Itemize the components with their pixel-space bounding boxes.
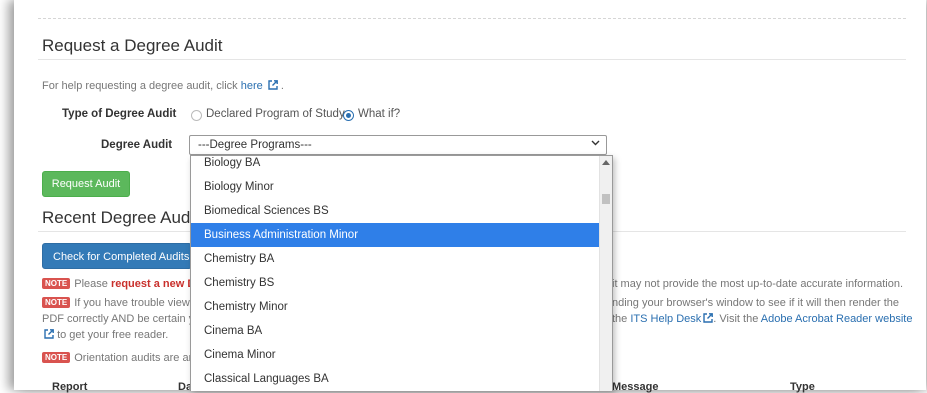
dropdown-option[interactable]: Classical Languages BA bbox=[191, 367, 599, 391]
help-prefix: For help requesting a degree audit, clic… bbox=[42, 80, 238, 92]
external-link-icon bbox=[44, 329, 54, 342]
radio-whatif-label[interactable]: What if? bbox=[358, 108, 400, 120]
scroll-up-icon[interactable] bbox=[602, 160, 610, 165]
request-audit-button[interactable]: Request Audit bbox=[42, 171, 130, 197]
degree-program-select[interactable]: ---Degree Programs--- bbox=[189, 135, 607, 155]
help-link[interactable]: here bbox=[241, 80, 263, 92]
adobe-reader-link[interactable]: Adobe Acrobat Reader website bbox=[761, 313, 913, 325]
col-type: Type bbox=[790, 381, 815, 393]
note-badge: NOTE bbox=[42, 278, 71, 289]
note-badge: NOTE bbox=[42, 352, 71, 363]
external-link-icon bbox=[268, 80, 278, 93]
degree-audit-label: Degree Audit bbox=[101, 139, 173, 151]
note-1-tail: it may not provide the most up-to-date a… bbox=[612, 278, 904, 290]
help-text: For help requesting a degree audit, clic… bbox=[42, 80, 284, 93]
radio-whatif[interactable] bbox=[343, 110, 354, 121]
note-2-line2: PDF correctly AND be certain y bbox=[42, 313, 195, 325]
note-1: NOTE Please request a new D bbox=[42, 278, 195, 290]
dropdown-option[interactable]: Biology BA bbox=[191, 156, 599, 175]
note-2-line2-right: the ITS Help Desk. Visit the Adobe Acrob… bbox=[612, 313, 913, 326]
recent-audits-title: Recent Degree Audits bbox=[42, 208, 208, 227]
note-badge: NOTE bbox=[42, 297, 71, 308]
section-title: Request a Degree Audit bbox=[42, 36, 223, 55]
check-completed-button[interactable]: Check for Completed Audits bbox=[42, 243, 192, 269]
type-label: Type of Degree Audit bbox=[62, 108, 177, 120]
title-divider bbox=[38, 59, 906, 60]
dropdown-option[interactable]: Chemistry BS bbox=[191, 271, 599, 295]
dropdown-option[interactable]: Cinema Minor bbox=[191, 343, 599, 367]
dropdown-option[interactable]: Chemistry Minor bbox=[191, 295, 599, 319]
radio-declared[interactable] bbox=[191, 110, 202, 121]
select-value: ---Degree Programs--- bbox=[198, 139, 312, 151]
chevron-down-icon bbox=[591, 138, 600, 150]
dropdown-option[interactable]: Cinema BA bbox=[191, 319, 599, 343]
dropdown-option[interactable]: Biology Minor bbox=[191, 175, 599, 199]
degree-program-dropdown[interactable]: Biology BA Biology Minor Biomedical Scie… bbox=[190, 155, 613, 391]
note-3: NOTE Orientation audits are an bbox=[42, 352, 195, 364]
dropdown-option-selected[interactable]: Business Administration Minor bbox=[191, 223, 599, 247]
dropdown-scrollbar[interactable] bbox=[599, 156, 612, 391]
scroll-thumb[interactable] bbox=[602, 194, 610, 204]
note-2-line3: to get your free reader. bbox=[42, 329, 168, 342]
its-help-desk-link[interactable]: ITS Help Desk bbox=[630, 313, 701, 325]
note-2: NOTE If you have trouble viewi bbox=[42, 297, 192, 309]
radio-declared-label[interactable]: Declared Program of Study bbox=[206, 108, 345, 120]
dropdown-option[interactable]: Biomedical Sciences BS bbox=[191, 199, 599, 223]
col-report: Report bbox=[52, 381, 88, 393]
col-message: Message bbox=[612, 381, 659, 393]
dropdown-option[interactable]: Chemistry BA bbox=[191, 247, 599, 271]
top-divider bbox=[38, 18, 906, 19]
note-2-mid: nding your browser's window to see if it… bbox=[612, 297, 900, 309]
external-link-icon bbox=[703, 313, 714, 326]
